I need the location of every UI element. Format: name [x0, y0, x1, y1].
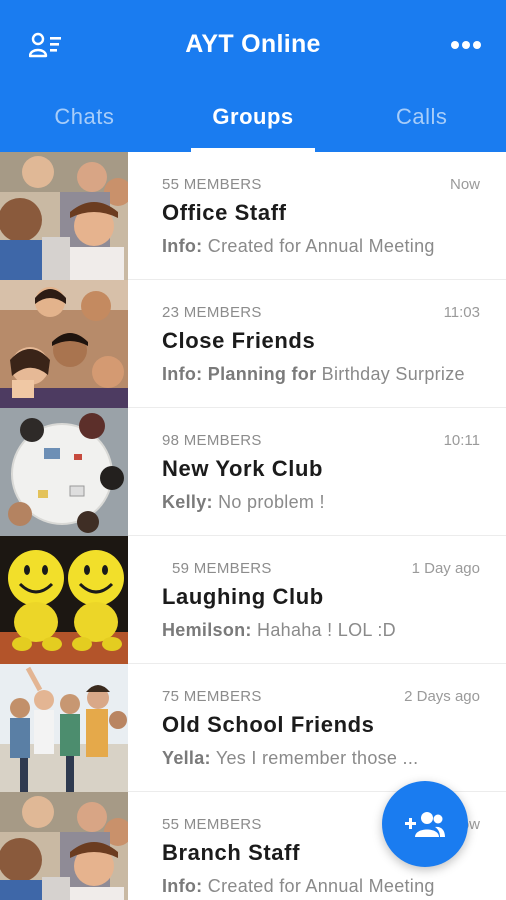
message-sender: Info:: [162, 876, 203, 896]
member-count: 98 MEMBERS: [162, 432, 262, 449]
more-horizontal-icon: [451, 41, 481, 49]
last-message: Info: Planning for Birthday Surprize: [162, 364, 465, 385]
message-text: No problem !: [212, 492, 325, 512]
more-options-button[interactable]: [448, 30, 484, 60]
message-text: Created for Annual Meeting: [202, 236, 435, 256]
member-count: 55 MEMBERS: [162, 816, 262, 833]
app-bar: AYT Online Chats Groups Calls: [0, 0, 506, 152]
last-message: Info: Created for Annual Meeting: [162, 236, 435, 257]
message-sender: Info: Planning for: [162, 364, 317, 384]
app-title: AYT Online: [185, 30, 321, 58]
message-sender: Kelly:: [162, 492, 213, 512]
tab-groups[interactable]: Groups: [169, 88, 338, 152]
member-count: 59 MEMBERS: [172, 560, 272, 577]
message-text: Birthday Surprize: [316, 364, 465, 384]
member-count: 55 MEMBERS: [162, 176, 262, 193]
add-group-icon: [405, 812, 445, 837]
group-avatar: [0, 792, 128, 900]
message-text: Yes I remember those ...: [210, 748, 419, 768]
group-name: Old School Friends: [162, 712, 375, 737]
group-name: Branch Staff: [162, 840, 300, 865]
timestamp: 2 Days ago: [404, 688, 480, 705]
member-count: 23 MEMBERS: [162, 304, 262, 321]
group-row-laughing-club[interactable]: 59 MEMBERS 1 Day ago Laughing Club Hemil…: [0, 536, 506, 664]
group-avatar: [0, 152, 128, 280]
group-name: Office Staff: [162, 200, 287, 225]
member-count: 75 MEMBERS: [162, 688, 262, 705]
group-avatar: [0, 408, 128, 536]
timestamp: 11:03: [443, 304, 480, 321]
message-text: Hahaha ! LOL :D: [251, 620, 396, 640]
tab-chats[interactable]: Chats: [0, 88, 169, 152]
add-group-button[interactable]: [382, 781, 468, 867]
timestamp: Now: [449, 176, 480, 193]
group-row-close-friends[interactable]: 23 MEMBERS 11:03 Close Friends Info: Pla…: [0, 280, 506, 408]
group-name: Close Friends: [162, 328, 316, 353]
timestamp: 10:11: [443, 432, 480, 449]
message-sender: Info:: [162, 236, 203, 256]
group-avatar: [0, 280, 128, 408]
tab-bar: Chats Groups Calls: [0, 88, 506, 152]
message-text: Created for Annual Meeting: [202, 876, 435, 896]
message-sender: Yella:: [162, 748, 211, 768]
last-message: Hemilson: Hahaha ! LOL :D: [162, 620, 396, 641]
group-avatar: [0, 664, 128, 792]
group-row-old-school-friends[interactable]: 75 MEMBERS 2 Days ago Old School Friends…: [0, 664, 506, 792]
group-name: New York Club: [162, 456, 324, 481]
group-row-office-staff[interactable]: 55 MEMBERS Now Office Staff Info: Create…: [0, 152, 506, 280]
tab-calls[interactable]: Calls: [337, 88, 506, 152]
group-row-new-york-club[interactable]: 98 MEMBERS 10:11 New York Club Kelly: No…: [0, 408, 506, 536]
message-sender: Hemilson:: [162, 620, 252, 640]
group-avatar: [0, 536, 128, 664]
last-message: Kelly: No problem !: [162, 492, 325, 513]
group-name: Laughing Club: [162, 584, 324, 609]
timestamp: 1 Day ago: [411, 560, 480, 577]
last-message: Yella: Yes I remember those ...: [162, 748, 418, 769]
last-message: Info: Created for Annual Meeting: [162, 876, 435, 897]
